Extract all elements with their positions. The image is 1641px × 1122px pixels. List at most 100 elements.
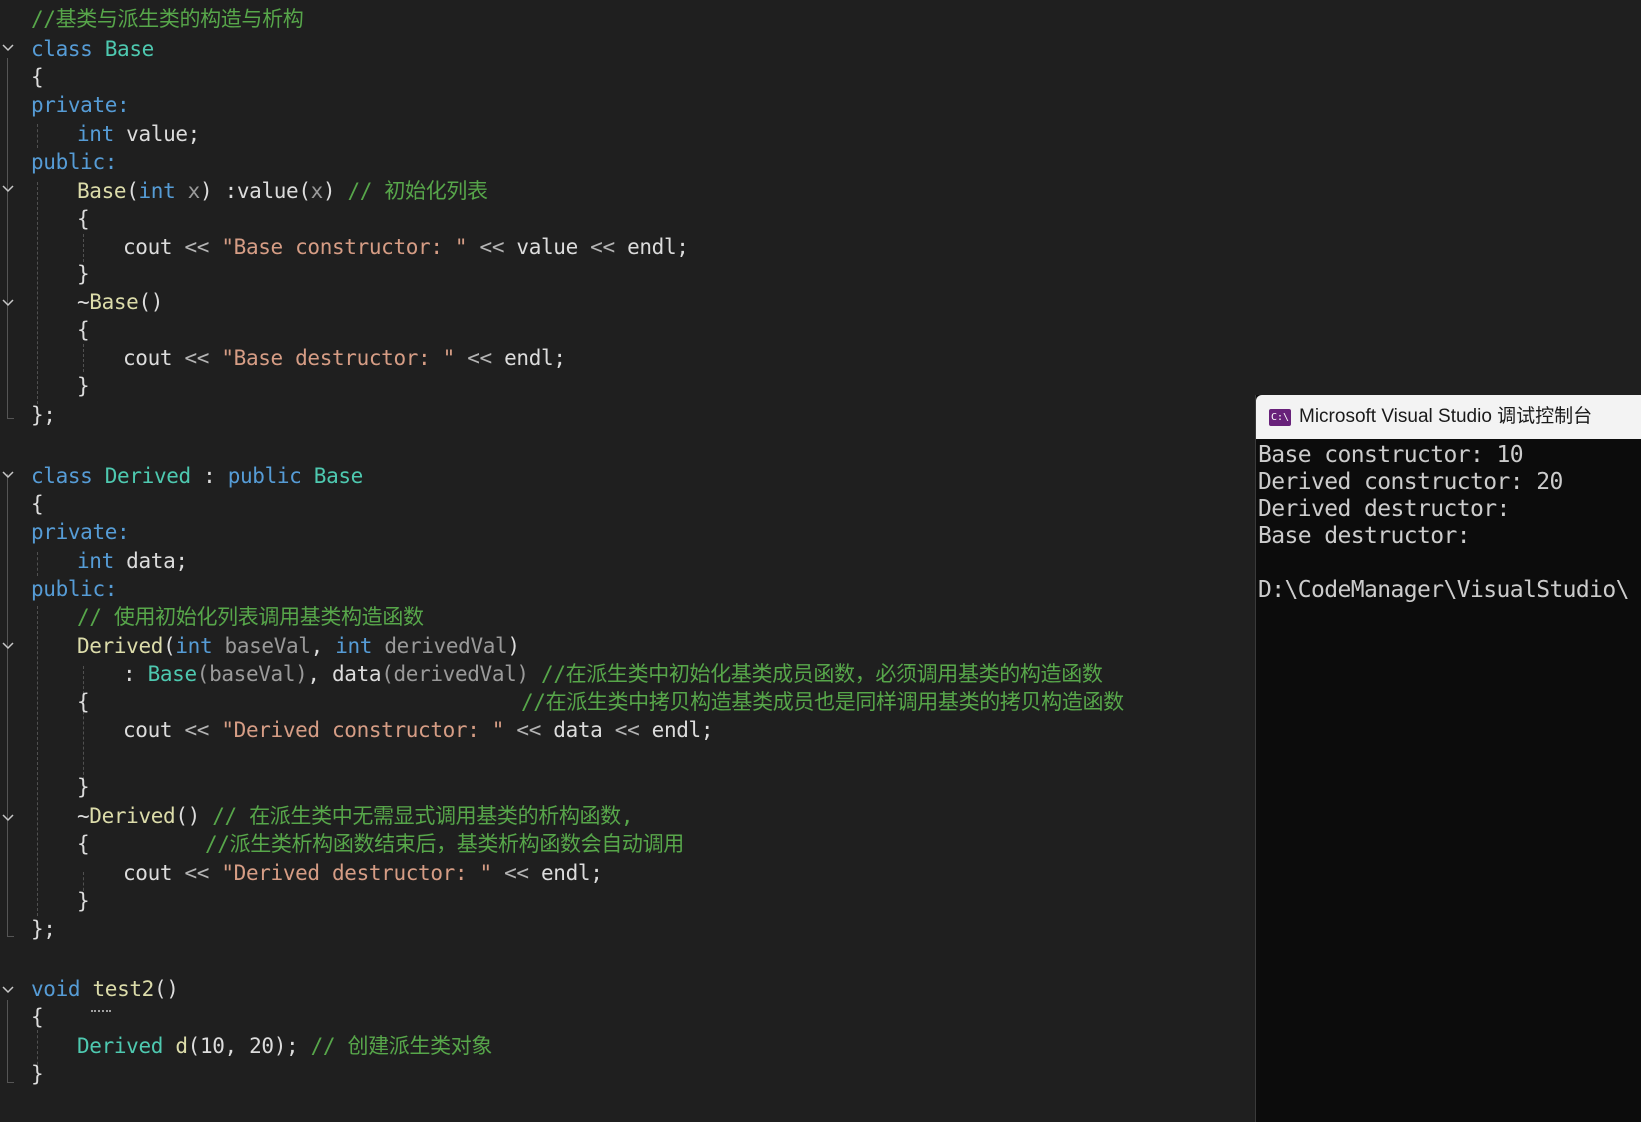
code-line: int data; bbox=[77, 547, 188, 575]
code-line: public: bbox=[31, 148, 117, 176]
semicolon: ; bbox=[553, 346, 566, 370]
chevron-down-icon[interactable] bbox=[0, 467, 16, 483]
console-icon: C:\ bbox=[1269, 409, 1291, 426]
inline-comment: //派生类析构函数结束后，基类析构函数会自动调用 bbox=[205, 832, 684, 856]
member-name: data; bbox=[113, 549, 188, 573]
inline-comment: // 初始化列表 bbox=[347, 179, 488, 203]
class-name: Base bbox=[104, 37, 155, 61]
type-keyword: int bbox=[138, 179, 176, 203]
code-line: { bbox=[77, 688, 90, 716]
semicolon: ; bbox=[700, 718, 714, 742]
code-line: cout << "Derived constructor: " << data … bbox=[123, 716, 714, 744]
ctor-name: Base bbox=[77, 179, 127, 203]
fold-region-end bbox=[7, 418, 14, 419]
chevron-down-icon[interactable] bbox=[0, 982, 16, 998]
chevron-down-icon[interactable] bbox=[0, 638, 16, 654]
console-line: Base destructor: bbox=[1258, 523, 1471, 549]
brace: } bbox=[77, 374, 90, 398]
inline-comment: // 创建派生类对象 bbox=[298, 1034, 493, 1058]
fold-region-derived bbox=[7, 474, 8, 936]
chevron-down-icon[interactable] bbox=[0, 810, 16, 826]
console-titlebar[interactable]: C:\ Microsoft Visual Studio 调试控制台 bbox=[1256, 395, 1641, 439]
tilde: ~ bbox=[77, 290, 90, 314]
code-line: class Base bbox=[31, 35, 154, 63]
type-keyword: int bbox=[335, 634, 373, 658]
identifier: data bbox=[332, 662, 382, 686]
code-line: { bbox=[77, 316, 90, 344]
code-line: } bbox=[77, 260, 90, 288]
console-output[interactable]: Base constructor: 10 Derived constructor… bbox=[1258, 442, 1641, 604]
code-line: } bbox=[77, 773, 90, 801]
class-name: Base bbox=[147, 662, 198, 686]
dtor-name: Base bbox=[89, 290, 139, 314]
console-line: Derived destructor: bbox=[1258, 496, 1510, 522]
code-line: ~Base() bbox=[77, 288, 163, 316]
function-name: test2 bbox=[92, 977, 154, 1001]
identifier: endl bbox=[541, 861, 591, 885]
identifier: data bbox=[553, 718, 603, 742]
code-line: } bbox=[31, 1060, 44, 1088]
comma: , bbox=[307, 662, 333, 686]
code-line: int value; bbox=[77, 120, 200, 148]
paren: ) bbox=[507, 634, 520, 658]
access-label: public: bbox=[31, 577, 118, 601]
operator: << bbox=[184, 346, 222, 370]
info-squiggle[interactable] bbox=[91, 1007, 111, 1012]
brace: } bbox=[77, 262, 90, 286]
operator: << bbox=[184, 861, 222, 885]
operator: << bbox=[184, 235, 222, 259]
init-arg: (baseVal) bbox=[196, 662, 308, 686]
code-line: }; bbox=[31, 915, 56, 943]
identifier: endl bbox=[651, 718, 702, 742]
brace: }; bbox=[31, 403, 56, 427]
keyword: void bbox=[31, 977, 81, 1001]
type-keyword: int bbox=[175, 634, 213, 658]
code-line: : Base(baseVal), data(derivedVal) //在派生类… bbox=[123, 660, 1103, 688]
colon: : bbox=[123, 662, 148, 686]
code-line: // 使用初始化列表调用基类构造函数 bbox=[77, 603, 424, 631]
call-args: (10, 20); bbox=[187, 1034, 299, 1058]
fold-region-base bbox=[7, 58, 8, 418]
code-line: { bbox=[31, 63, 44, 91]
identifier: cout bbox=[123, 718, 185, 742]
code-line: //在派生类中拷贝构造基类成员也是同样调用基类的拷贝构造函数 bbox=[521, 688, 1124, 716]
brace: { bbox=[77, 318, 90, 342]
line-comment: // 使用初始化列表调用基类构造函数 bbox=[77, 605, 424, 629]
inline-comment: // 在派生类中无需显式调用基类的析构函数, bbox=[199, 804, 634, 828]
paren: () bbox=[138, 290, 164, 314]
code-line: } bbox=[77, 372, 90, 400]
paren: ( bbox=[163, 634, 176, 658]
tilde: ~ bbox=[77, 804, 90, 828]
paren: ( bbox=[126, 179, 139, 203]
code-line: //基类与派生类的构造与析构 bbox=[31, 5, 304, 33]
code-line: public: bbox=[31, 575, 117, 603]
semicolon: ; bbox=[590, 861, 603, 885]
inline-comment: //在派生类中初始化基类成员函数，必须调用基类的构造函数 bbox=[528, 662, 1103, 686]
access-label: public: bbox=[31, 150, 118, 174]
code-line: ~Derived() // 在派生类中无需显式调用基类的析构函数, bbox=[77, 802, 633, 830]
indent-guide bbox=[83, 234, 84, 262]
chevron-down-icon[interactable] bbox=[0, 40, 16, 56]
code-editor[interactable]: //基类与派生类的构造与析构 class Base { private: int… bbox=[0, 0, 1255, 1122]
indent-guide bbox=[37, 182, 38, 404]
comma: , bbox=[310, 634, 336, 658]
indent-guide bbox=[83, 666, 84, 790]
code-line: cout << "Base constructor: " << value <<… bbox=[123, 233, 689, 261]
code-line: private: bbox=[31, 518, 130, 546]
debug-console-window[interactable]: C:\ Microsoft Visual Studio 调试控制台 Base c… bbox=[1255, 395, 1641, 1122]
identifier: endl bbox=[627, 235, 677, 259]
chevron-down-icon[interactable] bbox=[0, 295, 16, 311]
access-label: private: bbox=[31, 93, 130, 117]
keyword: class bbox=[31, 464, 93, 488]
string-literal: "Derived constructor: " bbox=[221, 718, 505, 742]
chevron-down-icon[interactable] bbox=[0, 181, 16, 197]
code-line: } bbox=[77, 887, 90, 915]
paren: () bbox=[175, 804, 200, 828]
code-line: { bbox=[31, 1003, 44, 1031]
param-name: x bbox=[310, 179, 324, 203]
code-line: Derived(int baseVal, int derivedVal) bbox=[77, 632, 520, 660]
code-line: class Derived : public Base bbox=[31, 462, 363, 490]
variable-name: d bbox=[163, 1034, 188, 1058]
operator: << bbox=[184, 718, 222, 742]
identifier: cout bbox=[123, 346, 185, 370]
